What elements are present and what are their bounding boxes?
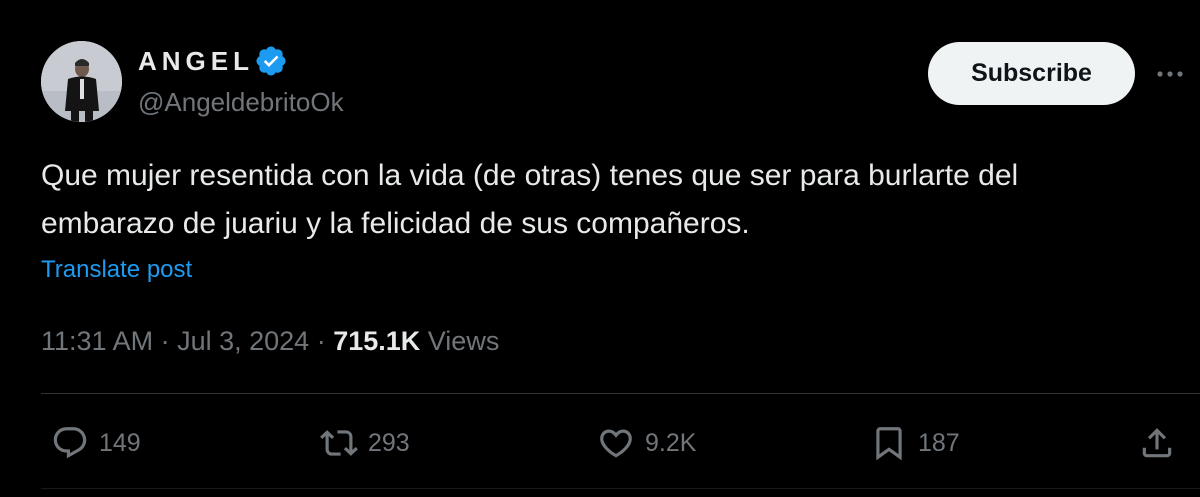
like-count: 9.2K (645, 428, 697, 457)
tweet: ANGEL @AngeldebritoOk Subscribe Que muje… (0, 0, 1200, 497)
display-name-text: ANGEL (138, 46, 254, 76)
repost-button[interactable]: 293 (320, 420, 410, 466)
avatar-image (41, 41, 122, 122)
divider (41, 393, 1200, 394)
tweet-text: Que mujer resentida con la vida (de otra… (41, 152, 1191, 248)
repost-count: 293 (368, 428, 410, 457)
tweet-time[interactable]: 11:31 AM (41, 326, 153, 356)
subscribe-button[interactable]: Subscribe (928, 42, 1135, 105)
reply-icon (53, 427, 87, 459)
share-icon (1142, 428, 1172, 458)
reply-button[interactable]: 149 (51, 420, 141, 466)
share-button[interactable] (1138, 420, 1176, 466)
translate-post-link[interactable]: Translate post (41, 255, 192, 285)
tweet-meta: 11:31 AM · Jul 3, 2024 · 715.1K Views (41, 323, 499, 359)
verified-badge-icon[interactable] (254, 44, 288, 78)
reply-count: 149 (99, 428, 141, 457)
divider (41, 488, 1200, 489)
display-name[interactable]: ANGEL (138, 44, 288, 78)
bookmark-count: 187 (918, 428, 960, 457)
tweet-text-line: embarazo de juariu y la felicidad de sus… (41, 207, 750, 240)
meta-separator: · (309, 326, 334, 356)
more-options-icon[interactable] (1152, 60, 1188, 88)
meta-separator: · (153, 326, 178, 356)
like-button[interactable]: 9.2K (597, 420, 696, 466)
views-count: 715.1K (333, 326, 421, 356)
bookmark-button[interactable]: 187 (870, 420, 960, 466)
bookmark-icon (876, 427, 902, 461)
repost-icon (320, 430, 358, 456)
tweet-text-line: Que mujer resentida con la vida (de otra… (41, 159, 1019, 192)
avatar[interactable] (41, 41, 122, 122)
tweet-date[interactable]: Jul 3, 2024 (177, 326, 309, 356)
views-label: Views (427, 326, 500, 356)
heart-icon (600, 429, 632, 458)
handle[interactable]: @AngeldebritoOk (138, 86, 344, 118)
